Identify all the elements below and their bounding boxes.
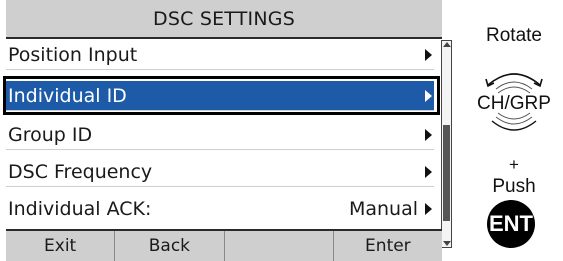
selection-highlight-frame <box>3 76 440 115</box>
rotate-label: Rotate <box>486 25 542 46</box>
menu-item-group-id[interactable]: Group ID <box>6 120 434 150</box>
chevron-right-icon <box>425 128 432 141</box>
scroll-down-icon <box>443 241 451 246</box>
chevron-right-icon <box>425 165 432 178</box>
scrollbar-thumb[interactable] <box>443 125 450 221</box>
knob-label: CH/GRP <box>477 93 551 114</box>
menu-item-value: Manual <box>348 198 418 220</box>
blank-softkey[interactable] <box>225 231 334 261</box>
push-label: Push <box>492 176 536 197</box>
chevron-right-icon <box>425 203 432 215</box>
exit-softkey[interactable]: Exit <box>6 231 116 261</box>
scrollbar[interactable] <box>441 40 452 248</box>
ent-button-icon[interactable]: ENT <box>487 200 535 248</box>
plus-label: + <box>509 155 519 174</box>
chevron-right-icon <box>425 48 432 61</box>
menu-item-label: DSC Frequency <box>8 160 153 183</box>
menu-item-dsc-frequency[interactable]: DSC Frequency <box>6 157 434 187</box>
enter-softkey[interactable]: Enter <box>334 231 442 261</box>
ent-label: ENT <box>489 211 533 236</box>
back-softkey[interactable]: Back <box>115 231 225 261</box>
operation-instructions: Rotate CH/GRP + Push ENT <box>465 0 563 261</box>
screen-title: DSC SETTINGS <box>6 0 442 39</box>
menu-item-label: Position Input <box>8 43 138 66</box>
menu-item-label: Individual ACK: <box>8 198 152 220</box>
menu-item-label: Group ID <box>8 123 93 146</box>
lcd-screen: DSC SETTINGS Position Input Individual I… <box>0 0 452 261</box>
softkey-bar: Exit Back Enter <box>6 229 442 261</box>
dial-knob-icon: CH/GRP <box>477 73 551 131</box>
menu-item-individual-ack[interactable]: Individual ACK: Manual <box>6 194 434 224</box>
menu-item-position-input[interactable]: Position Input <box>6 40 434 70</box>
scroll-up-icon <box>443 42 451 47</box>
